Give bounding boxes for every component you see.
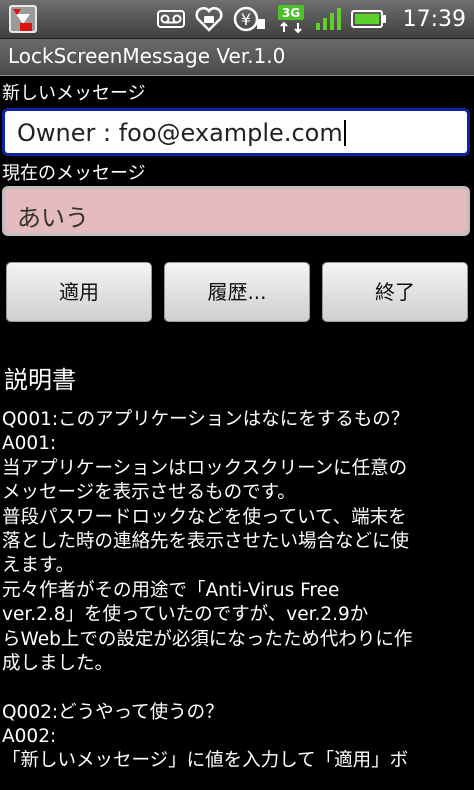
text-cursor	[343, 120, 346, 146]
new-message-input[interactable]: Owner : foo@example.com	[2, 108, 470, 156]
manual-heading: 説明書	[4, 366, 76, 394]
signal-bars-icon	[315, 7, 341, 31]
voicemail-icon	[156, 9, 185, 29]
manual-line: 元々作者がその用途で「Anti-Virus Free	[2, 579, 340, 601]
battery-icon	[350, 9, 387, 29]
manual-line: 落とした時の連絡先を表示させたい場合などに使	[2, 530, 410, 552]
manual-line: A001:	[2, 433, 57, 455]
signal-3g-icon: 3G	[277, 4, 305, 34]
manual-line: A002:	[2, 726, 57, 748]
history-button[interactable]: 履歴...	[164, 262, 310, 322]
manual-line	[2, 676, 472, 700]
current-message-field: あいう	[2, 186, 470, 236]
manual-line: 当アプリケーションはロックスクリーンに任意の	[2, 457, 408, 479]
exit-button[interactable]: 終了	[322, 262, 468, 322]
manual-line: メッセージを表示させるものです。	[2, 482, 296, 504]
svg-text:¥: ¥	[241, 10, 251, 29]
heart-icon	[195, 6, 223, 32]
yen-icon: ¥	[233, 5, 267, 33]
manual-line: 普段パスワードロックなどを使っていて、端末を	[2, 506, 407, 528]
manual-line: らWeb上での設定が必須になったため代わりに作	[2, 628, 413, 650]
apply-button[interactable]: 適用	[6, 262, 152, 322]
app-notification-icon	[8, 4, 38, 34]
app-title: LockScreenMessage Ver.1.0	[8, 44, 286, 68]
manual-line: えます。	[2, 555, 75, 577]
app-title-bar: LockScreenMessage Ver.1.0	[0, 39, 474, 76]
status-bar: ¥ 3G 17:39	[0, 0, 474, 39]
manual-line: 成しました。	[2, 652, 114, 674]
manual-text: Q001:このアプリケーションはなにをするもの？ A001: 当アプリケーション…	[2, 408, 472, 774]
manual-line: ver.2.8」を使っていたのですが、ver.2.9か	[2, 604, 369, 626]
manual-line: Q001:このアプリケーションはなにをするもの？	[2, 409, 410, 430]
manual-line: 「新しいメッセージ」に値を入力して「適用」ボ	[2, 750, 409, 772]
manual-line: Q002:どうやって使うの？	[2, 701, 224, 723]
status-clock: 17:39	[402, 6, 466, 32]
new-message-label: 新しいメッセージ	[2, 83, 146, 104]
svg-text:3G: 3G	[281, 6, 299, 20]
new-message-value: Owner : foo@example.com	[17, 119, 343, 147]
current-message-value: あいう	[17, 204, 89, 232]
current-message-label: 現在のメッセージ	[2, 163, 146, 184]
